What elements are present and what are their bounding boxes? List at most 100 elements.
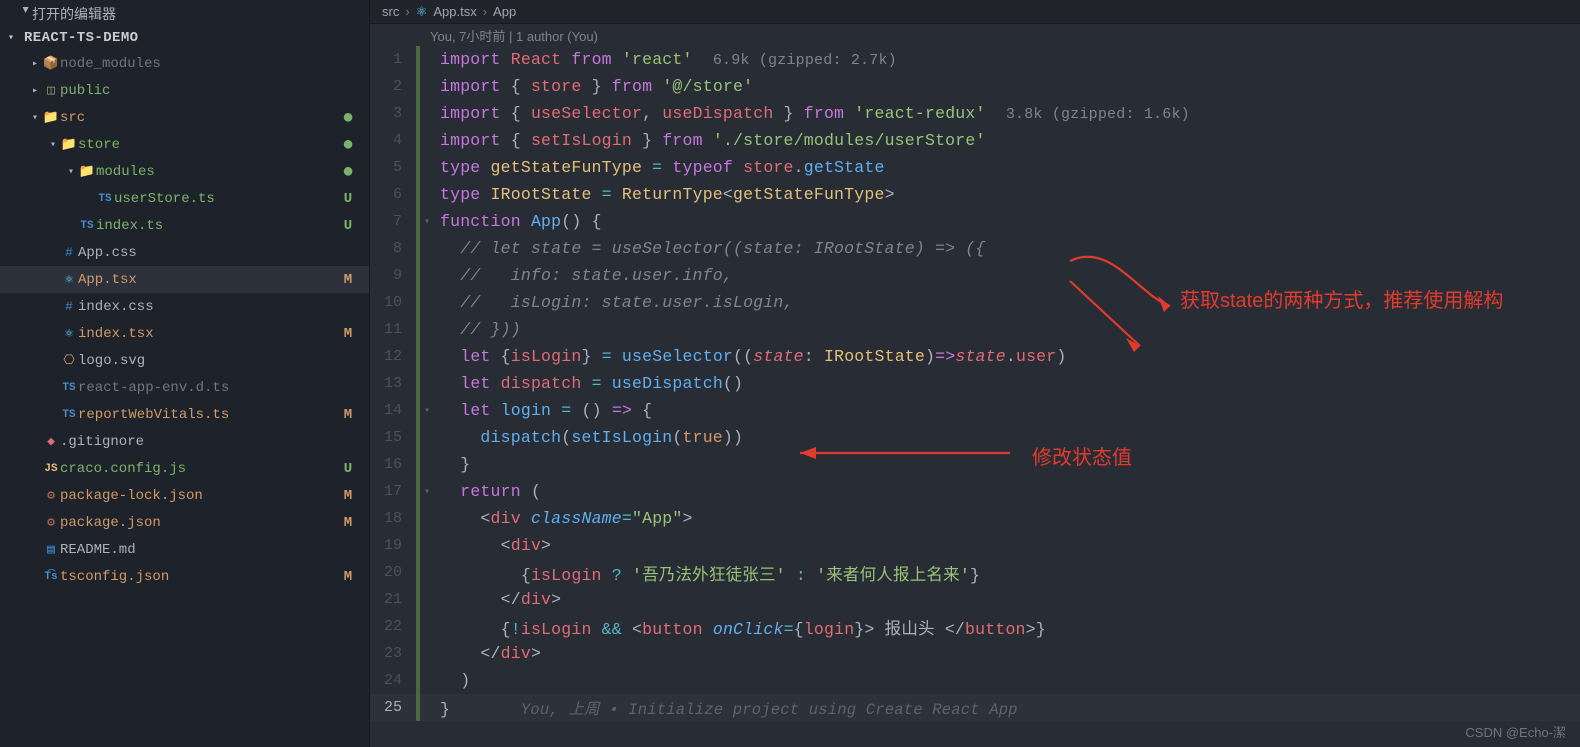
chevron-right-icon[interactable]: ▸	[28, 85, 42, 97]
chevron-right-icon[interactable]: ▸	[28, 58, 42, 70]
code-content[interactable]: let {isLogin} = useSelector((state: IRoo…	[434, 347, 1067, 366]
code-line[interactable]: 1import React from 'react' 6.9k (gzipped…	[370, 46, 1580, 73]
code-line[interactable]: 4import { setIsLogin } from './store/mod…	[370, 127, 1580, 154]
gitlens-codelens[interactable]: You, 7小时前 | 1 author (You)	[370, 24, 1580, 46]
file-tree-item[interactable]: TSindex.tsU	[0, 212, 369, 239]
code-content[interactable]: import { useSelector, useDispatch } from…	[434, 104, 1190, 123]
code-content[interactable]: {!isLogin && <button onClick={login}> 报山…	[434, 615, 1046, 639]
code-line[interactable]: 24 )	[370, 667, 1580, 694]
code-content[interactable]: return (	[434, 482, 541, 501]
line-number: 23	[370, 645, 416, 662]
code-content[interactable]: type IRootState = ReturnType<getStateFun…	[434, 185, 895, 204]
breadcrumb-part[interactable]: src	[382, 4, 399, 19]
breadcrumb-part[interactable]: App.tsx	[433, 4, 476, 19]
chevron-down-icon[interactable]: ▾	[64, 166, 78, 178]
code-content[interactable]: let login = () => {	[434, 401, 652, 420]
file-tree-item[interactable]: ⚙package-lock.jsonM	[0, 482, 369, 509]
file-tree-item[interactable]: T͡stsconfig.jsonM	[0, 563, 369, 590]
code-content[interactable]: <div className="App">	[434, 509, 693, 528]
code-content[interactable]: function App() {	[434, 212, 602, 231]
code-line[interactable]: 13 let dispatch = useDispatch()	[370, 370, 1580, 397]
code-line[interactable]: 18 <div className="App">	[370, 505, 1580, 532]
code-line[interactable]: 20 {isLogin ? '吾乃法外狂徒张三' : '来者何人报上名来'}	[370, 559, 1580, 586]
line-number: 21	[370, 591, 416, 608]
file-tree-item[interactable]: ⚛App.tsxM	[0, 266, 369, 293]
project-section-header[interactable]: ▾ REACT-TS-DEMO	[0, 26, 369, 50]
code-content[interactable]: // let state = useSelector((state: IRoot…	[434, 239, 986, 258]
code-line[interactable]: 19 <div>	[370, 532, 1580, 559]
code-line[interactable]: 23 </div>	[370, 640, 1580, 667]
code-line[interactable]: 6type IRootState = ReturnType<getStateFu…	[370, 181, 1580, 208]
code-line[interactable]: 16 }	[370, 451, 1580, 478]
code-content[interactable]: import { setIsLogin } from './store/modu…	[434, 131, 986, 150]
code-line[interactable]: 2import { store } from '@/store'	[370, 73, 1580, 100]
code-line[interactable]: 5type getStateFunType = typeof store.get…	[370, 154, 1580, 181]
code-content[interactable]: }	[434, 455, 470, 474]
open-editors-section[interactable]: ▶ 打开的编辑器	[0, 2, 369, 26]
file-tree-item[interactable]: ⚙package.jsonM	[0, 509, 369, 536]
code-line[interactable]: 12 let {isLogin} = useSelector((state: I…	[370, 343, 1580, 370]
code-content[interactable]: } You, 上周 • Initialize project using Cre…	[434, 697, 1018, 719]
code-content[interactable]: // }))	[434, 320, 521, 339]
code-line[interactable]: 21 </div>	[370, 586, 1580, 613]
file-tree-item[interactable]: TSuserStore.tsU	[0, 185, 369, 212]
file-tree-item[interactable]: ▸📦node_modules	[0, 50, 369, 77]
code-content[interactable]: </div>	[434, 644, 541, 663]
code-line[interactable]: 14▾ let login = () => {	[370, 397, 1580, 424]
file-tree-item[interactable]: ▸◫public	[0, 77, 369, 104]
file-tree-item[interactable]: #index.css	[0, 293, 369, 320]
code-content[interactable]: <div>	[434, 536, 551, 555]
code-content[interactable]: import { store } from '@/store'	[434, 77, 753, 96]
line-number: 18	[370, 510, 416, 527]
code-content[interactable]: // isLogin: state.user.isLogin,	[434, 293, 794, 312]
code-content[interactable]: )	[434, 671, 470, 690]
file-tree-item[interactable]: ▾📁store●	[0, 131, 369, 158]
file-icon: ⚛	[60, 326, 78, 341]
fold-icon[interactable]: ▾	[420, 405, 434, 417]
breadcrumb[interactable]: src › ⚛ App.tsx › App	[370, 0, 1580, 24]
file-tree-item[interactable]: JScraco.config.jsU	[0, 455, 369, 482]
file-tree-item[interactable]: TSreportWebVitals.tsM	[0, 401, 369, 428]
file-name: reportWebVitals.ts	[78, 407, 337, 423]
code-line[interactable]: 3import { useSelector, useDispatch } fro…	[370, 100, 1580, 127]
code-line[interactable]: 8 // let state = useSelector((state: IRo…	[370, 235, 1580, 262]
code-line[interactable]: 15 dispatch(setIsLogin(true))	[370, 424, 1580, 451]
code-line[interactable]: 22 {!isLogin && <button onClick={login}>…	[370, 613, 1580, 640]
breadcrumb-part[interactable]: App	[493, 4, 516, 19]
file-tree-item[interactable]: ▤README.md	[0, 536, 369, 563]
code-content[interactable]: type getStateFunType = typeof store.getS…	[434, 158, 885, 177]
line-number: 11	[370, 321, 416, 338]
code-content[interactable]: let dispatch = useDispatch()	[434, 374, 743, 393]
chevron-down-icon[interactable]: ▾	[28, 112, 42, 124]
file-name: App.tsx	[78, 272, 337, 288]
file-tree-item[interactable]: ▾📁src●	[0, 104, 369, 131]
line-number: 13	[370, 375, 416, 392]
code-line[interactable]: 25} You, 上周 • Initialize project using C…	[370, 694, 1580, 721]
code-content[interactable]: import React from 'react' 6.9k (gzipped:…	[434, 50, 897, 69]
code-content[interactable]: {isLogin ? '吾乃法外狂徒张三' : '来者何人报上名来'}	[434, 561, 980, 585]
file-icon: JS	[42, 463, 60, 475]
fold-icon[interactable]: ▾	[420, 486, 434, 498]
file-name: store	[78, 137, 337, 153]
file-tree-item[interactable]: TSreact-app-env.d.ts	[0, 374, 369, 401]
code-line[interactable]: 17▾ return (	[370, 478, 1580, 505]
line-number: 15	[370, 429, 416, 446]
code-area[interactable]: 获取state的两种方式，推荐使用解构 修改状态值 1import React …	[370, 46, 1580, 747]
code-line[interactable]: 7▾function App() {	[370, 208, 1580, 235]
code-content[interactable]: </div>	[434, 590, 561, 609]
file-tree-item[interactable]: ⎔logo.svg	[0, 347, 369, 374]
code-content[interactable]: // info: state.user.info,	[434, 266, 733, 285]
line-number: 8	[370, 240, 416, 257]
file-tree-item[interactable]: #App.css	[0, 239, 369, 266]
file-name: craco.config.js	[60, 461, 337, 477]
code-line[interactable]: 10 // isLogin: state.user.isLogin,	[370, 289, 1580, 316]
file-tree-item[interactable]: ▾📁modules●	[0, 158, 369, 185]
fold-icon[interactable]: ▾	[420, 216, 434, 228]
chevron-down-icon[interactable]: ▾	[46, 139, 60, 151]
line-number: 16	[370, 456, 416, 473]
code-content[interactable]: dispatch(setIsLogin(true))	[434, 428, 743, 447]
code-line[interactable]: 11 // }))	[370, 316, 1580, 343]
file-tree-item[interactable]: ◆.gitignore	[0, 428, 369, 455]
code-line[interactable]: 9 // info: state.user.info,	[370, 262, 1580, 289]
file-tree-item[interactable]: ⚛index.tsxM	[0, 320, 369, 347]
